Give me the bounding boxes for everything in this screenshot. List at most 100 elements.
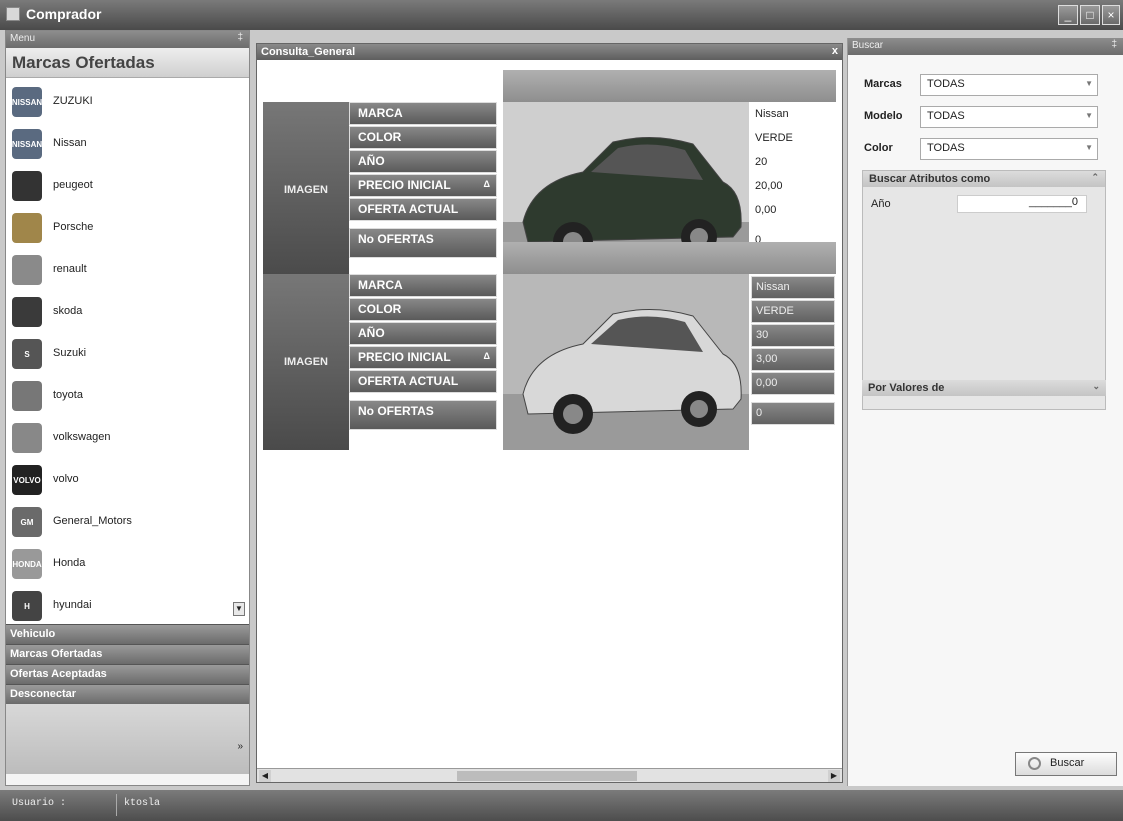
brand-item-7[interactable]: toyota <box>6 376 234 418</box>
hyundai-logo: H <box>12 591 42 621</box>
car-photo <box>503 274 749 450</box>
general-motors-logo: GM <box>12 507 42 537</box>
brand-item-0[interactable]: NISSAN ZUZUKI <box>6 82 234 124</box>
brand-item-6[interactable]: S Suzuki <box>6 334 234 376</box>
chevron-down-icon[interactable]: » <box>237 741 243 752</box>
field-label: MARCA <box>349 274 497 297</box>
brand-label: peugeot <box>53 179 93 191</box>
brand-label: hyundai <box>53 599 92 611</box>
close-icon[interactable]: x <box>832 45 838 57</box>
brand-label: volkswagen <box>53 431 111 443</box>
expand-icon[interactable]: ⌄ <box>1092 381 1100 392</box>
brand-label: Porsche <box>53 221 94 233</box>
brand-item-1[interactable]: NISSAN Nissan <box>6 124 234 166</box>
nav-sections: Vehiculo Marcas Ofertadas Ofertas Aceptada… <box>6 624 249 704</box>
anio-input[interactable]: _______0 <box>957 195 1087 213</box>
field-value: 0 <box>751 402 835 425</box>
field-label: No OFERTAS <box>349 400 497 430</box>
filter-row-color: Color TODAS ▼ <box>864 138 1104 160</box>
scroll-right-icon[interactable]: ▶ <box>828 770 840 782</box>
toyota-logo <box>12 381 42 411</box>
brand-item-11[interactable]: HONDA Honda <box>6 544 234 586</box>
brand-item-10[interactable]: GM General_Motors <box>6 502 234 544</box>
filter-row-marcas: Marcas TODAS ▼ <box>864 74 1104 96</box>
chevron-down-icon[interactable]: ▼ <box>1085 79 1093 88</box>
filter-select-value: TODAS <box>927 142 965 154</box>
status-bar: Usuario : ktosla <box>0 790 1123 821</box>
suzuki-logo: S <box>12 339 42 369</box>
consulta-general-header: Consulta_General x <box>257 44 842 60</box>
vehicle-card[interactable]: IMAGEN MARCA COLOR AÑO PRECIO INICIAL Δ OFERTA… <box>263 70 836 278</box>
brand-item-3[interactable]: Porsche <box>6 208 234 250</box>
field-label: COLOR <box>349 126 497 149</box>
scrollbar-thumb[interactable] <box>457 771 637 781</box>
por-valores-group: Por Valores de ⌄ <box>862 380 1106 398</box>
buscar-button[interactable]: Buscar <box>1015 752 1117 776</box>
field-value: VERDE <box>751 300 835 323</box>
brand-label: volvo <box>53 473 79 485</box>
pin-icon[interactable]: ‡ <box>237 32 243 43</box>
brand-list: ▼ NISSAN ZUZUKI NISSAN Nissan peugeot Porsche… <box>6 78 249 624</box>
brand-item-9[interactable]: VOLVO volvo <box>6 460 234 502</box>
close-button[interactable]: × <box>1102 5 1120 25</box>
pin-icon[interactable]: ‡ <box>1111 39 1117 50</box>
brand-label: skoda <box>53 305 83 317</box>
nav-section-1[interactable]: Marcas Ofertadas <box>6 644 249 664</box>
nissan-logo: NISSAN <box>12 129 42 159</box>
buscar-atributos-label: Buscar Atributos como <box>869 173 991 185</box>
field-label-text: MARCA <box>358 106 403 120</box>
filter-label: Modelo <box>864 110 903 122</box>
peugeot-logo <box>12 171 42 201</box>
nav-section-0[interactable]: Vehiculo <box>6 624 249 644</box>
skoda-logo <box>12 297 42 327</box>
vehicle-card[interactable]: IMAGEN MARCA COLOR AÑO PRECIO INICIAL Δ OFERTA… <box>263 242 836 450</box>
search-panel: Buscar ‡ Marcas TODAS ▼ Modelo TODAS ▼ Color TO… <box>847 38 1123 786</box>
nav-section-3[interactable]: Desconectar <box>6 684 249 704</box>
brand-label: ZUZUKI <box>53 95 93 107</box>
horizontal-scrollbar[interactable]: ◀ ▶ <box>257 768 842 782</box>
field-value: 3,00 <box>751 348 835 371</box>
collapse-icon[interactable]: ⌃ <box>1091 172 1099 183</box>
brand-label: Nissan <box>53 137 87 149</box>
field-label-text: PRECIO INICIAL <box>358 178 451 192</box>
volvo-logo: VOLVO <box>12 465 42 495</box>
chevron-down-icon[interactable]: ▼ <box>1085 143 1093 152</box>
maximize-button[interactable]: □ <box>1080 5 1100 25</box>
sort-icon[interactable]: Δ <box>484 351 490 361</box>
field-label-text: MARCA <box>358 278 403 292</box>
filter-select[interactable]: TODAS ▼ <box>920 106 1098 128</box>
filter-row-modelo: Modelo TODAS ▼ <box>864 106 1104 128</box>
card-header-strip <box>503 242 836 274</box>
buscar-atributos-header[interactable]: Buscar Atributos como ⌃ <box>863 171 1105 187</box>
field-value: 0,00 <box>755 204 777 216</box>
field-label: AÑO <box>349 150 497 173</box>
filter-select-value: TODAS <box>927 78 965 90</box>
field-label: OFERTA ACTUAL <box>349 198 497 221</box>
consulta-general-panel: Consulta_General x IMAGEN MARCA COLOR AÑO PR… <box>256 43 843 783</box>
chevron-down-icon[interactable]: ▼ <box>1085 111 1093 120</box>
scroll-down-icon[interactable]: ▼ <box>233 602 245 616</box>
filter-select[interactable]: TODAS ▼ <box>920 138 1098 160</box>
brand-item-4[interactable]: renault <box>6 250 234 292</box>
nav-section-2[interactable]: Ofertas Aceptadas <box>6 664 249 684</box>
filter-select[interactable]: TODAS ▼ <box>920 74 1098 96</box>
field-label: OFERTA ACTUAL <box>349 370 497 393</box>
buscar-button-label: Buscar <box>1050 757 1085 769</box>
field-label-text: OFERTA ACTUAL <box>358 374 459 388</box>
field-label-text: COLOR <box>358 302 402 316</box>
minimize-button[interactable]: _ <box>1058 5 1078 25</box>
brand-item-5[interactable]: skoda <box>6 292 234 334</box>
sort-icon[interactable]: Δ <box>484 179 490 189</box>
brand-item-8[interactable]: volkswagen <box>6 418 234 460</box>
field-label-text: PRECIO INICIAL <box>358 350 451 364</box>
marcas-ofertadas-title: Marcas Ofertadas <box>6 48 249 78</box>
por-valores-header[interactable]: Por Valores de ⌄ <box>862 380 1106 396</box>
brand-item-12[interactable]: Hhyundai <box>6 586 234 624</box>
filter-label: Marcas <box>864 78 902 90</box>
filter-select-value: TODAS <box>927 110 965 122</box>
brand-item-2[interactable]: peugeot <box>6 166 234 208</box>
anio-label: Año <box>871 198 891 210</box>
porsche-logo <box>12 213 42 243</box>
nissan-logo: NISSAN <box>12 87 42 117</box>
scroll-left-icon[interactable]: ◀ <box>259 770 271 782</box>
